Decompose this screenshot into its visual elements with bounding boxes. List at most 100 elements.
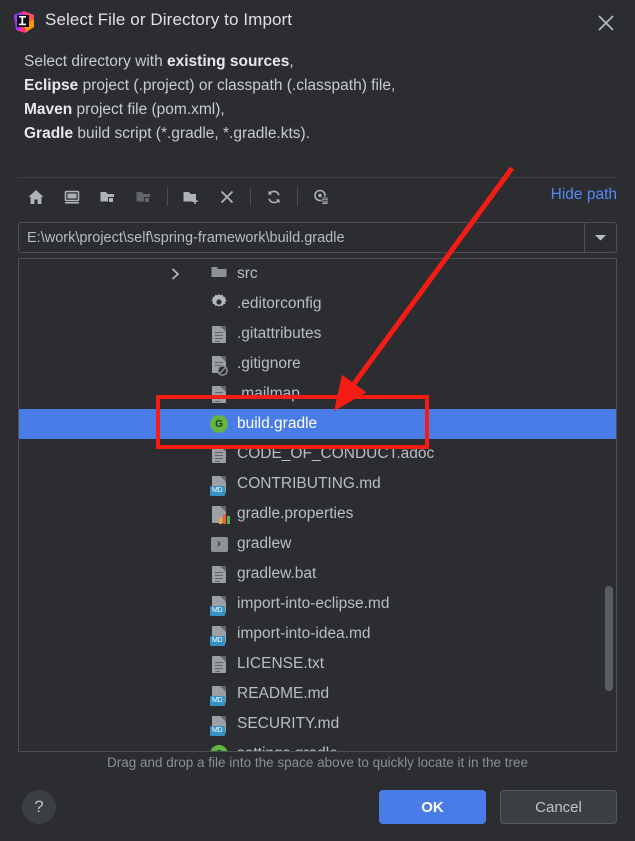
ok-button[interactable]: OK bbox=[379, 790, 486, 824]
file-tree-row[interactable]: Gsettings.gradle bbox=[19, 739, 616, 751]
file-row-icon bbox=[209, 324, 229, 344]
file-row-label: gradle.properties bbox=[237, 505, 354, 522]
dialog-title: Select File or Directory to Import bbox=[45, 10, 293, 29]
file-row-label: CODE_OF_CONDUCT.adoc bbox=[237, 445, 435, 462]
text-file-icon bbox=[212, 325, 226, 343]
file-tree-row[interactable]: MD import-into-idea.md bbox=[19, 619, 616, 649]
file-tree-row[interactable]: MD import-into-eclipse.md bbox=[19, 589, 616, 619]
file-row-label: import-into-idea.md bbox=[237, 625, 371, 642]
file-row-label: .editorconfig bbox=[237, 295, 322, 312]
file-row-label: .mailmap bbox=[237, 385, 300, 402]
desc-line1-suffix: , bbox=[289, 53, 294, 70]
desc-line1-prefix: Select directory with bbox=[24, 53, 167, 70]
file-row-icon: MD bbox=[209, 594, 229, 616]
module-folder-icon[interactable] bbox=[126, 181, 162, 213]
file-row-label: src bbox=[237, 265, 258, 282]
file-row-icon bbox=[209, 444, 229, 464]
desc-line3-bold: Maven bbox=[24, 101, 73, 118]
file-row-label: gradlew bbox=[237, 535, 292, 552]
file-tree-row[interactable]: .gitattributes bbox=[19, 319, 616, 349]
file-row-label: .gitignore bbox=[237, 355, 301, 372]
file-row-icon bbox=[209, 354, 229, 376]
show-hidden-files-icon[interactable] bbox=[303, 181, 339, 213]
project-folder-icon[interactable] bbox=[90, 181, 126, 213]
refresh-icon[interactable] bbox=[256, 181, 292, 213]
path-field bbox=[18, 222, 617, 253]
file-row-label: build.gradle bbox=[237, 415, 318, 432]
cancel-button[interactable]: Cancel bbox=[500, 790, 617, 824]
file-tree: src .editorconfig .gitattributes .gitignore… bbox=[19, 259, 616, 751]
text-file-icon bbox=[212, 385, 226, 403]
file-tree-row[interactable]: .mailmap bbox=[19, 379, 616, 409]
desc-line4-rest: build script (*.gradle, *.gradle.kts). bbox=[73, 125, 311, 142]
file-tree-row[interactable]: gradlew.bat bbox=[19, 559, 616, 589]
drag-drop-hint: Drag and drop a file into the space abov… bbox=[106, 755, 528, 770]
file-row-icon: › bbox=[209, 534, 229, 554]
file-tree-row[interactable]: MD SECURITY.md bbox=[19, 709, 616, 739]
desc-line3-rest: project file (pom.xml), bbox=[72, 101, 225, 118]
folder-icon bbox=[210, 263, 228, 286]
toolbar-separator-1 bbox=[167, 187, 168, 206]
title-bar: Select File or Directory to Import bbox=[0, 0, 635, 45]
file-row-icon: MD bbox=[209, 624, 229, 646]
file-tree-row[interactable]: .editorconfig bbox=[19, 289, 616, 319]
markdown-file-icon: MD bbox=[210, 685, 226, 706]
desc-line4-bold: Gradle bbox=[24, 125, 74, 142]
markdown-file-icon: MD bbox=[210, 595, 226, 616]
file-tree-panel[interactable]: src .editorconfig .gitattributes .gitignore… bbox=[18, 258, 617, 752]
toolbar-separator-3 bbox=[297, 187, 298, 206]
hide-path-link[interactable]: Hide path bbox=[551, 186, 617, 204]
desc-line2-rest: project (.project) or classpath (.classp… bbox=[78, 77, 396, 94]
desc-line1-bold: existing sources bbox=[167, 53, 290, 70]
text-file-icon bbox=[212, 655, 226, 673]
chevron-down-icon bbox=[594, 229, 607, 247]
desktop-icon[interactable] bbox=[54, 181, 90, 213]
file-chooser-toolbar: Hide path bbox=[18, 177, 617, 215]
desc-line-2: Eclipse project (.project) or classpath … bbox=[24, 74, 395, 98]
markdown-badge: MD bbox=[210, 635, 225, 646]
chevron-right-icon[interactable] bbox=[167, 259, 183, 289]
intellij-idea-logo-icon bbox=[13, 11, 35, 33]
file-tree-scrollbar[interactable] bbox=[604, 260, 615, 751]
markdown-badge: MD bbox=[210, 485, 225, 496]
gradle-file-icon: G bbox=[210, 415, 228, 433]
path-input[interactable] bbox=[19, 223, 584, 252]
file-tree-row[interactable]: LICENSE.txt bbox=[19, 649, 616, 679]
file-tree-row[interactable]: › gradlew bbox=[19, 529, 616, 559]
markdown-file-icon: MD bbox=[210, 625, 226, 646]
file-row-icon bbox=[209, 564, 229, 584]
help-button[interactable]: ? bbox=[22, 790, 56, 824]
file-tree-row[interactable]: MD README.md bbox=[19, 679, 616, 709]
close-icon[interactable] bbox=[591, 8, 621, 38]
gitignore-file-icon bbox=[212, 355, 228, 376]
path-dropdown-button[interactable] bbox=[584, 223, 616, 252]
file-tree-row[interactable]: .gitignore bbox=[19, 349, 616, 379]
file-row-label: CONTRIBUTING.md bbox=[237, 475, 381, 492]
home-icon[interactable] bbox=[18, 181, 54, 213]
file-row-icon bbox=[209, 654, 229, 674]
new-folder-icon[interactable] bbox=[173, 181, 209, 213]
file-tree-row[interactable]: MD CONTRIBUTING.md bbox=[19, 469, 616, 499]
file-row-icon bbox=[209, 293, 229, 314]
file-tree-row[interactable]: src bbox=[19, 259, 616, 289]
delete-icon[interactable] bbox=[209, 181, 245, 213]
gradle-file-icon: G bbox=[210, 745, 228, 751]
markdown-badge: MD bbox=[210, 725, 225, 736]
text-file-icon bbox=[212, 565, 226, 583]
file-tree-row[interactable]: CODE_OF_CONDUCT.adoc bbox=[19, 439, 616, 469]
file-row-label: gradlew.bat bbox=[237, 565, 317, 582]
file-tree-row[interactable]: gradle.properties bbox=[19, 499, 616, 529]
desc-line2-bold: Eclipse bbox=[24, 77, 79, 94]
file-row-icon: G bbox=[209, 744, 229, 751]
file-row-icon bbox=[209, 384, 229, 404]
toolbar-separator-2 bbox=[250, 187, 251, 206]
file-tree-row-selected[interactable]: Gbuild.gradle bbox=[19, 409, 616, 439]
file-row-label: .gitattributes bbox=[237, 325, 322, 342]
scrollbar-thumb[interactable] bbox=[605, 586, 613, 691]
shell-script-icon: › bbox=[210, 536, 228, 552]
text-file-icon bbox=[212, 445, 226, 463]
file-row-icon: MD bbox=[209, 714, 229, 736]
dialog-description: Select directory with existing sources, … bbox=[24, 50, 395, 146]
file-row-label: import-into-eclipse.md bbox=[237, 595, 390, 612]
markdown-badge: MD bbox=[210, 695, 225, 706]
